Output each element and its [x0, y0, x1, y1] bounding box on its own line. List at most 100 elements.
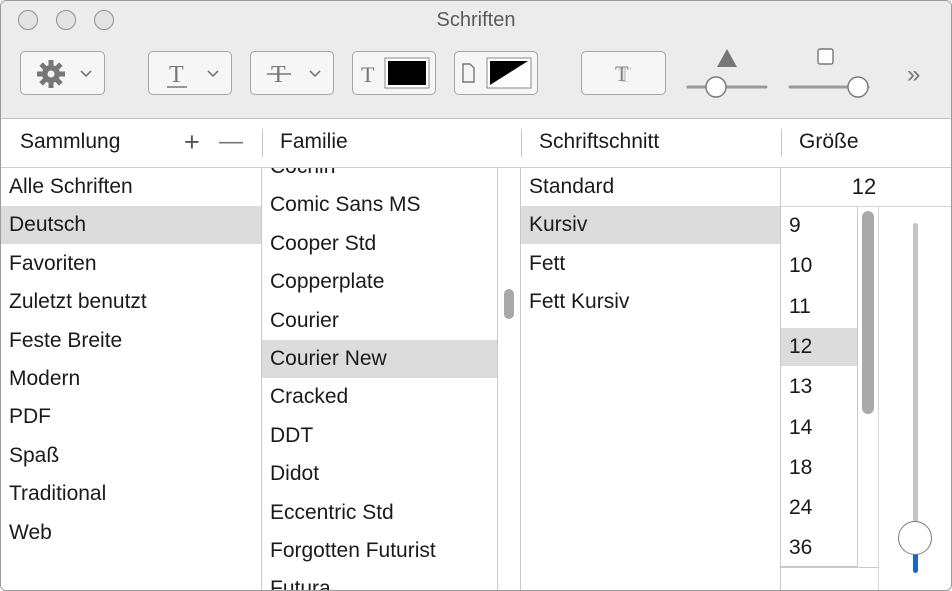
collection-item[interactable]: Zuletzt benutzt — [1, 283, 261, 321]
family-list: Cochin Comic Sans MS Cooper Std Copperplate… — [262, 168, 497, 590]
scrollbar-track-border — [497, 168, 498, 590]
underline-menu-button[interactable]: T — [148, 51, 232, 95]
family-scrollbar-thumb[interactable] — [504, 289, 514, 319]
collection-item-label: Traditional — [9, 482, 107, 506]
header-divider — [262, 129, 263, 157]
collection-header: Sammlung — [20, 130, 121, 153]
size-input[interactable]: 12 — [781, 168, 947, 206]
typeface-item-label: Standard — [529, 175, 615, 198]
strikethrough-menu-button[interactable]: T — [250, 51, 334, 95]
typeface-item-label: Fett — [529, 251, 566, 275]
gear-icon — [37, 60, 92, 88]
header-divider — [781, 129, 782, 157]
family-item-label: Didot — [270, 462, 320, 486]
collection-item[interactable]: Deutsch — [1, 206, 261, 245]
typeface-item-label: Fett Kursiv — [529, 290, 630, 314]
text-shadow-button[interactable]: T T — [581, 51, 666, 95]
collection-item[interactable]: Favoriten — [1, 245, 261, 283]
window-title: Schriften — [436, 9, 516, 31]
family-item[interactable]: Cooper Std — [262, 225, 497, 263]
typeface-item-label: Kursiv — [529, 213, 588, 237]
collection-item[interactable]: PDF — [1, 398, 261, 436]
underline-icon: T — [167, 62, 219, 88]
family-header: Familie — [280, 130, 348, 153]
family-item-label: Futura — [270, 577, 331, 590]
size-option[interactable]: 36 — [781, 529, 857, 566]
fonts-window: Schriften T T T T T » Sammlung + — Famil… — [0, 0, 952, 591]
size-option[interactable]: 10 — [781, 247, 857, 285]
size-option[interactable]: 13 — [781, 368, 857, 406]
remove-collection-button[interactable]: — — [219, 128, 243, 156]
collection-item[interactable]: Web — [1, 514, 261, 552]
collection-item-label: Favoriten — [9, 251, 97, 275]
typeface-item[interactable]: Kursiv — [521, 206, 780, 245]
shadow-blur-slider[interactable] — [786, 45, 872, 101]
size-option-label: 18 — [789, 455, 813, 479]
size-option[interactable]: 11 — [781, 288, 857, 326]
size-option-label: 9 — [789, 214, 801, 237]
document-color-icon — [462, 57, 532, 89]
size-option[interactable]: 24 — [781, 489, 857, 527]
collection-item-label: PDF — [9, 405, 51, 429]
size-option[interactable]: 9 — [781, 207, 857, 245]
text-color-icon: T — [361, 57, 430, 89]
size-option-label: 11 — [789, 294, 811, 318]
typeface-list: Standard Kursiv Fett Fett Kursiv — [521, 168, 780, 590]
size-list: 9 10 11 12 13 14 18 24 36 — [781, 207, 858, 567]
family-item[interactable]: Eccentric Std — [262, 494, 497, 532]
header-divider — [521, 129, 522, 157]
family-item-label: Comic Sans MS — [270, 193, 421, 217]
family-item[interactable]: Cochin — [262, 168, 497, 186]
collection-item[interactable]: Traditional — [1, 475, 261, 513]
collection-list: Alle Schriften Deutsch Favoriten Zuletzt be… — [1, 168, 261, 590]
family-item-label: Forgotten Futurist — [270, 539, 436, 562]
size-list-bottom-border — [780, 567, 878, 568]
shadow-opacity-slider[interactable] — [684, 45, 770, 101]
family-item[interactable]: Didot — [262, 455, 497, 493]
family-item[interactable]: Comic Sans MS — [262, 186, 497, 224]
size-option[interactable]: 14 — [781, 409, 857, 447]
family-item[interactable]: Futura — [262, 570, 497, 590]
family-item[interactable]: Forgotten Futurist — [262, 532, 497, 570]
typeface-item[interactable]: Fett Kursiv — [521, 283, 780, 321]
typeface-item[interactable]: Standard — [521, 168, 780, 206]
size-slider-divider — [878, 207, 879, 590]
size-option-label: 14 — [789, 415, 813, 439]
family-item-label: DDT — [270, 423, 314, 447]
collection-item[interactable]: Spaß — [1, 437, 261, 475]
typeface-item[interactable]: Fett — [521, 245, 780, 283]
size-option[interactable]: 12 — [781, 327, 857, 366]
family-item[interactable]: Courier New — [262, 340, 497, 378]
svg-text:T: T — [271, 62, 286, 88]
collection-item-label: Feste Breite — [9, 328, 123, 352]
family-item-label: Courier New — [270, 347, 387, 370]
add-collection-button[interactable]: + — [184, 127, 200, 158]
family-item-label: Copperplate — [270, 270, 385, 294]
strikethrough-icon: T — [267, 62, 321, 88]
document-color-button[interactable] — [454, 51, 538, 95]
collection-item[interactable]: Feste Breite — [1, 322, 261, 360]
collection-item-label: Modern — [9, 367, 81, 390]
size-option[interactable]: 18 — [781, 449, 857, 487]
svg-text:T: T — [361, 62, 375, 87]
family-item[interactable]: Copperplate — [262, 263, 497, 301]
size-scrollbar-thumb[interactable] — [862, 211, 874, 414]
collection-item[interactable]: Modern — [1, 360, 261, 398]
family-item-label: Cochin — [262, 168, 335, 178]
size-option-label: 13 — [789, 375, 813, 399]
action-menu-button[interactable] — [20, 51, 105, 95]
size-slider-knob[interactable] — [898, 521, 932, 555]
size-slider[interactable] — [898, 223, 932, 573]
size-option-label: 12 — [789, 334, 813, 358]
svg-text:T: T — [615, 61, 629, 86]
family-item[interactable]: DDT — [262, 417, 497, 455]
size-field-wrapper: 12 — [781, 168, 951, 207]
text-shadow-icon: T T — [615, 61, 632, 87]
family-item[interactable]: Courier — [262, 302, 497, 340]
toolbar-overflow-button[interactable]: » — [907, 61, 920, 89]
column-header-bar: Sammlung + — Familie Schriftschnitt Größ… — [1, 119, 951, 168]
collection-item[interactable]: Alle Schriften — [1, 168, 261, 206]
size-header: Größe — [799, 130, 859, 153]
text-color-button[interactable]: T — [352, 51, 436, 95]
family-item[interactable]: Cracked — [262, 378, 497, 416]
